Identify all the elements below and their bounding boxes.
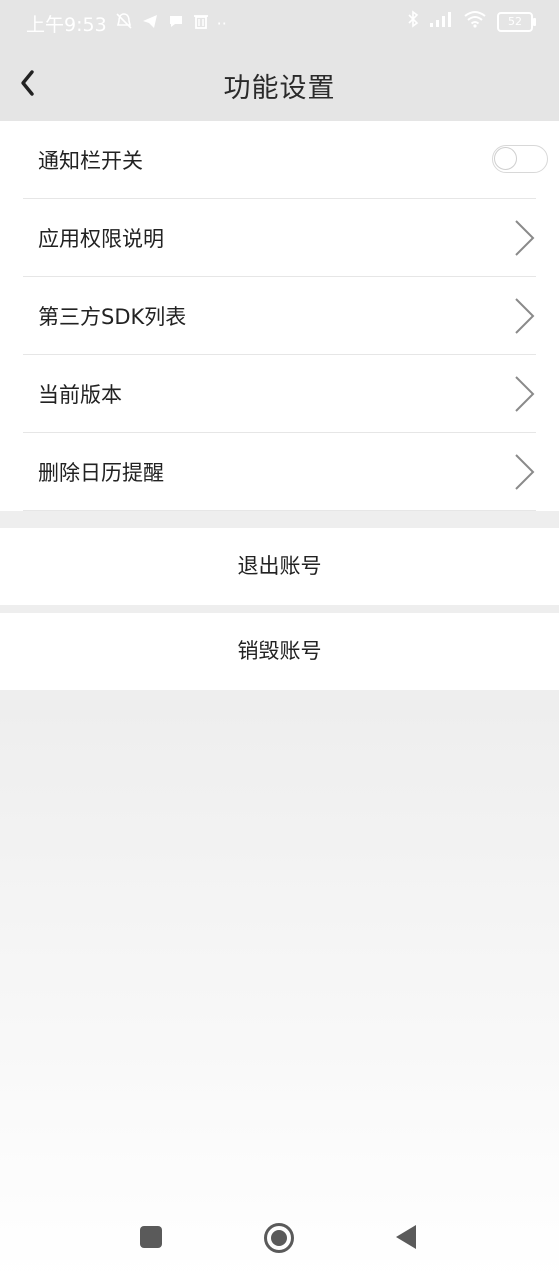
third-party-sdk-item[interactable]: 第三方SDK列表: [23, 277, 536, 355]
home-button[interactable]: [263, 1222, 295, 1258]
back-triangle-icon: [396, 1225, 416, 1249]
toggle-knob: [494, 147, 517, 170]
chevron-right-icon: [515, 376, 535, 412]
bluetooth-icon: [407, 10, 419, 33]
delete-calendar-reminder-item[interactable]: 删除日历提醒: [23, 433, 536, 511]
home-icon: [264, 1223, 294, 1253]
system-back-button[interactable]: [394, 1224, 418, 1254]
app-header: 功能设置: [0, 44, 559, 121]
status-bar-right: 52: [407, 10, 536, 33]
menu-item-label: 当前版本: [38, 383, 122, 407]
signal-icon: [429, 11, 453, 32]
mute-icon: [115, 12, 133, 35]
wifi-icon: [463, 10, 487, 33]
page-title: 功能设置: [223, 73, 336, 104]
recent-apps-button[interactable]: [139, 1225, 163, 1253]
more-dots: ··: [216, 13, 227, 33]
logout-button[interactable]: 退出账号: [0, 528, 559, 605]
settings-list: 通知栏开关 应用权限说明 第三方SDK列表 当前版本 删除日历提醒: [0, 121, 559, 511]
status-time: 上午9:53: [26, 14, 107, 36]
chevron-right-icon: [515, 220, 535, 256]
delete-account-button[interactable]: 销毁账号: [0, 613, 559, 690]
notification-toggle-row[interactable]: 通知栏开关: [23, 121, 548, 199]
chevron-right-icon: [515, 454, 535, 490]
battery-icon: 52: [497, 11, 536, 32]
status-bar-left: 上午9:53 ··: [26, 10, 227, 37]
telegram-icon: [141, 12, 159, 35]
menu-item-label: 应用权限说明: [38, 227, 164, 251]
chat-icon: [167, 12, 185, 35]
menu-item-label: 删除日历提醒: [38, 461, 164, 485]
current-version-item[interactable]: 当前版本: [23, 355, 536, 433]
status-bar: 上午9:53 ·· 52: [0, 0, 559, 44]
menu-item-label: 第三方SDK列表: [38, 305, 187, 329]
recent-apps-icon: [140, 1226, 162, 1248]
menu-item-label: 通知栏开关: [38, 149, 143, 173]
system-nav-bar: [0, 1206, 559, 1280]
notification-toggle[interactable]: [492, 145, 548, 173]
permission-info-item[interactable]: 应用权限说明: [23, 199, 536, 277]
chevron-right-icon: [515, 298, 535, 334]
trash-icon: [193, 12, 209, 35]
